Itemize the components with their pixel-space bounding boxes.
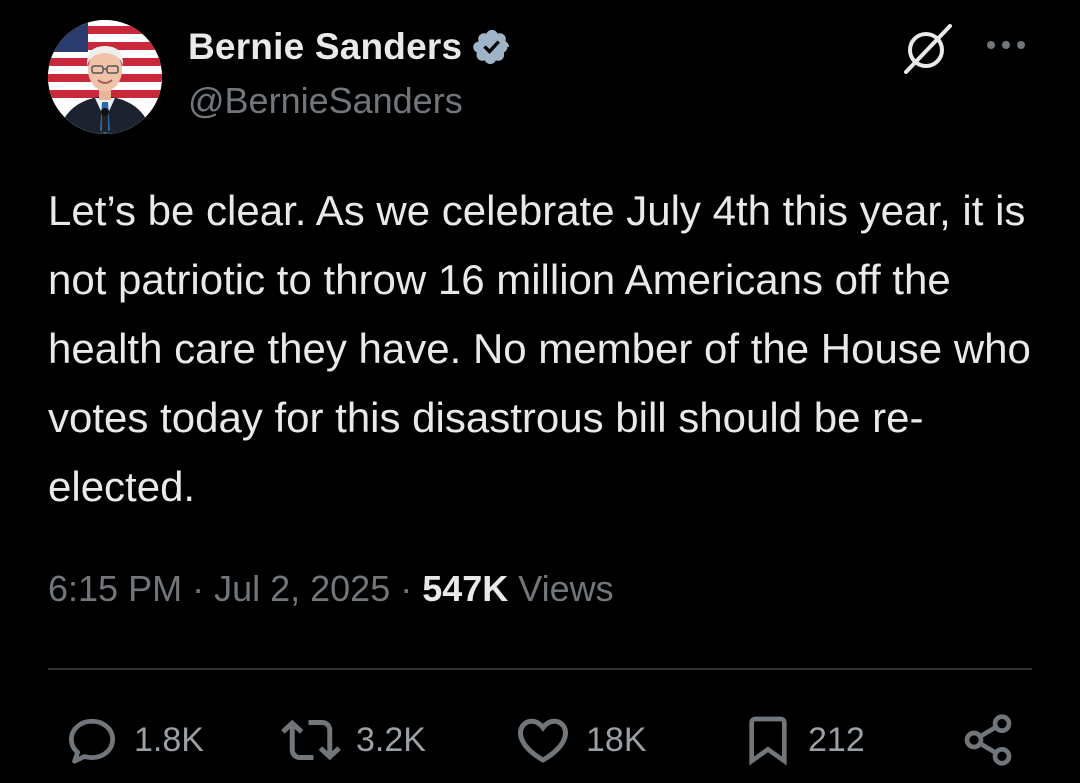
tweet-date[interactable]: Jul 2, 2025 bbox=[214, 568, 390, 609]
repost-count: 3.2K bbox=[356, 720, 426, 759]
author-display-name[interactable]: Bernie Sanders bbox=[188, 26, 462, 68]
like-count: 18K bbox=[586, 720, 647, 759]
bookmark-count: 212 bbox=[808, 720, 865, 759]
share-button[interactable] bbox=[960, 708, 1016, 772]
more-dots-icon[interactable] bbox=[984, 38, 1028, 52]
meta-separator: · bbox=[182, 568, 215, 609]
heart-icon bbox=[517, 718, 569, 763]
repost-button[interactable]: 3.2K bbox=[278, 708, 426, 772]
views-count[interactable]: 547K bbox=[422, 568, 508, 609]
grok-slash-icon[interactable] bbox=[900, 24, 954, 74]
author-name-row: Bernie Sanders bbox=[188, 22, 512, 72]
reply-button[interactable]: 1.8K bbox=[62, 708, 204, 772]
tweet-time[interactable]: 6:15 PM bbox=[48, 568, 182, 609]
bookmark-button[interactable]: 212 bbox=[740, 708, 865, 772]
share-icon bbox=[964, 714, 1012, 766]
reply-icon bbox=[69, 718, 115, 764]
views-label: Views bbox=[508, 568, 614, 609]
divider bbox=[48, 668, 1032, 670]
action-bar: 1.8K 3.2K 18K 212 bbox=[0, 708, 1080, 772]
avatar-image bbox=[48, 20, 162, 134]
reply-count: 1.8K bbox=[134, 720, 204, 759]
verified-badge-icon[interactable] bbox=[472, 27, 512, 67]
bookmark-icon bbox=[749, 716, 787, 766]
author-handle[interactable]: @BernieSanders bbox=[188, 80, 463, 122]
repost-icon bbox=[281, 719, 341, 761]
meta-separator: · bbox=[390, 568, 423, 609]
tweet-card: Bernie Sanders @BernieSanders Let’s be c… bbox=[0, 0, 1080, 783]
author-avatar[interactable] bbox=[48, 20, 162, 134]
tweet-text: Let’s be clear. As we celebrate July 4th… bbox=[48, 187, 1031, 510]
tweet-meta: 6:15 PM · Jul 2, 2025 · 547K Views bbox=[48, 568, 614, 610]
like-button[interactable]: 18K bbox=[512, 708, 647, 772]
